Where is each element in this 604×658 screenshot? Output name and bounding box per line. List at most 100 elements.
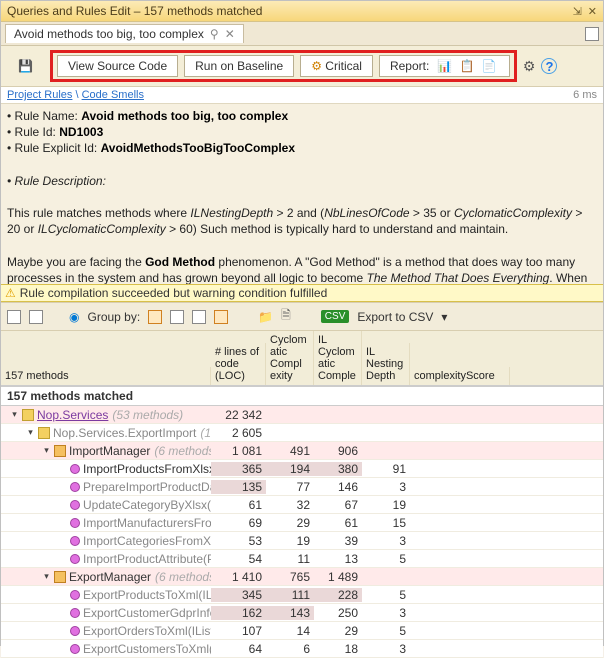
table-row[interactable]: ImportProductsFromXlsx(Stre36519438091 [1, 460, 603, 478]
row-name-cell: UpdateCategoryByXlsx(Categ [1, 498, 211, 512]
cell-value: 365 [211, 462, 266, 476]
critical-button[interactable]: ⚙ Critical [300, 55, 373, 77]
row-name-cell: ▾Nop.Services.ExportImport(12 met [1, 426, 211, 440]
m-icon [70, 554, 80, 564]
col-nesting[interactable]: IL Nesting Depth [362, 343, 410, 385]
toggle-icon[interactable] [57, 553, 68, 564]
table-row[interactable]: ImportProductAttribute(Proper5411135 [1, 550, 603, 568]
table-row[interactable]: ▾Nop.Services.ExportImport(12 met2 605 [1, 424, 603, 442]
table-row[interactable]: ImportCategoriesFromXlsx(St5319393 [1, 532, 603, 550]
col-score[interactable]: complexityScore [410, 367, 510, 385]
cell-value: 61 [211, 498, 266, 512]
report-export-icon[interactable]: 📄 [482, 59, 497, 73]
toggle-icon[interactable] [57, 463, 68, 474]
col-il-cyclomatic[interactable]: IL Cyclom atic Comple [314, 331, 362, 385]
toggle-icon[interactable]: ▾ [9, 409, 20, 420]
row-name-cell: ▾ImportManager(6 methods) [1, 444, 211, 458]
toggle-icon[interactable] [57, 625, 68, 636]
toggle-icon[interactable] [57, 589, 68, 600]
row-label[interactable]: Nop.Services [37, 408, 108, 422]
view-source-button[interactable]: View Source Code [57, 55, 178, 77]
group-icon[interactable]: ◉ [69, 310, 79, 324]
table-row[interactable]: ExportCustomersToXml(IList<646183 [1, 640, 603, 658]
table-row[interactable]: ▾Nop.Services(53 methods)22 342 [1, 406, 603, 424]
toggle-icon[interactable]: ▾ [41, 571, 52, 582]
table-row[interactable]: ExportProductsToXml(IList<Pr3451112285 [1, 586, 603, 604]
row-count: (12 met [200, 426, 211, 440]
report-copy-icon[interactable]: 📋 [460, 59, 475, 73]
col-cyclomatic[interactable]: Cyclom atic Compl exity [266, 331, 314, 385]
group-opt-1[interactable] [148, 310, 162, 324]
cell-value: 11 [266, 552, 314, 566]
toggle-icon[interactable] [57, 517, 68, 528]
group-opt-3[interactable] [192, 310, 206, 324]
toggle-icon[interactable]: ▾ [41, 445, 52, 456]
cell-value: 22 342 [211, 408, 266, 422]
results-tree: ▾Nop.Services(53 methods)22 342▾Nop.Serv… [1, 406, 603, 658]
rule-description: • Rule Name: Avoid methods too big, too … [1, 104, 603, 284]
help-icon[interactable]: ? [541, 58, 557, 74]
toggle-icon[interactable]: ▾ [25, 427, 36, 438]
report-chart-icon[interactable]: 📊 [437, 59, 452, 73]
timing: 6 ms [573, 89, 597, 101]
titlebar: Queries and Rules Edit – 157 methods mat… [1, 1, 603, 22]
cell-value: 6 [266, 642, 314, 656]
row-label: PrepareImportProductData(E [83, 480, 211, 494]
group-opt-4[interactable] [214, 310, 228, 324]
group-opt-2[interactable] [170, 310, 184, 324]
rule-id: ND1003 [59, 125, 103, 139]
cell-value: 107 [211, 624, 266, 638]
rule-explicit-id: AvoidMethodsTooBigTooComplex [101, 141, 295, 155]
group-by-label: Group by: [87, 310, 140, 324]
close-icon[interactable]: ✕ [588, 5, 597, 18]
pin-icon[interactable]: ⚲ [210, 27, 219, 41]
table-row[interactable]: PrepareImportProductData(E135771463 [1, 478, 603, 496]
desc-text: This rule matches methods where [7, 206, 190, 220]
toggle-icon[interactable] [57, 607, 68, 618]
table-row[interactable]: ImportManufacturersFromXls69296115 [1, 514, 603, 532]
folder-icon[interactable]: 📁 [258, 310, 273, 324]
run-baseline-button[interactable]: Run on Baseline [184, 55, 294, 77]
ns-icon [22, 409, 34, 421]
table-row[interactable]: ▾ImportManager(6 methods)1 081491906 [1, 442, 603, 460]
compile-status: ⚠ Rule compilation succeeded but warning… [1, 284, 603, 302]
table-row[interactable]: ▾ExportManager(6 methods)1 4107651 489 [1, 568, 603, 586]
col-loc[interactable]: # lines of code (LOC) [211, 343, 266, 385]
term-ilcyclomatic: ILCyclomaticComplexity [38, 222, 166, 236]
term-cyclomatic: CyclomaticComplexity [454, 206, 572, 220]
cell-value: 2 605 [211, 426, 266, 440]
tab-active[interactable]: Avoid methods too big, too complex ⚲ ✕ [5, 24, 244, 43]
row-name-cell: ImportProductsFromXlsx(Stre [1, 462, 211, 476]
row-label: ExportCustomerGdprInfoToXl [83, 606, 211, 620]
new-window-icon[interactable] [585, 27, 599, 41]
table-row[interactable]: ExportCustomerGdprInfoToXl1621432503 [1, 604, 603, 622]
toggle-icon[interactable] [57, 481, 68, 492]
cell-value: 345 [211, 588, 266, 602]
tab-close-icon[interactable]: ✕ [225, 27, 235, 41]
col-methods[interactable]: 157 methods [1, 367, 211, 385]
expand-icon[interactable] [29, 310, 43, 324]
cell-value: 250 [314, 606, 362, 620]
export-csv-button[interactable]: Export to CSV [357, 310, 433, 324]
doc-icon[interactable]: 🗎 [281, 306, 291, 327]
dropdown-icon[interactable]: ▾ [441, 310, 447, 324]
cell-value: 54 [211, 552, 266, 566]
save-icon[interactable]: 💾 [7, 55, 44, 77]
results-toolbar: ◉ Group by: 📁 🗎 CSV Export to CSV ▾ [1, 302, 603, 331]
cell-value: 111 [266, 588, 314, 602]
pin-icon[interactable]: ⇲ [573, 5, 582, 18]
compile-status-text: Rule compilation succeeded but warning c… [20, 286, 328, 300]
table-row[interactable]: ExportOrdersToXml(IList<Ord10714295 [1, 622, 603, 640]
crumb-project-rules[interactable]: Project Rules [7, 89, 72, 101]
collapse-icon[interactable] [7, 310, 21, 324]
settings-icon[interactable]: ⚙ [523, 58, 536, 75]
desc-text: > 60) Such method is typically hard to u… [166, 222, 509, 236]
table-row[interactable]: UpdateCategoryByXlsx(Categ61326719 [1, 496, 603, 514]
toggle-icon[interactable] [57, 643, 68, 654]
crumb-code-smells[interactable]: Code Smells [82, 89, 144, 101]
toggle-icon[interactable] [57, 535, 68, 546]
row-name-cell: ▾Nop.Services(53 methods) [1, 408, 211, 422]
cell-value: 1 489 [314, 570, 362, 584]
row-label: ExportProductsToXml(IList<Pr [83, 588, 211, 602]
toggle-icon[interactable] [57, 499, 68, 510]
